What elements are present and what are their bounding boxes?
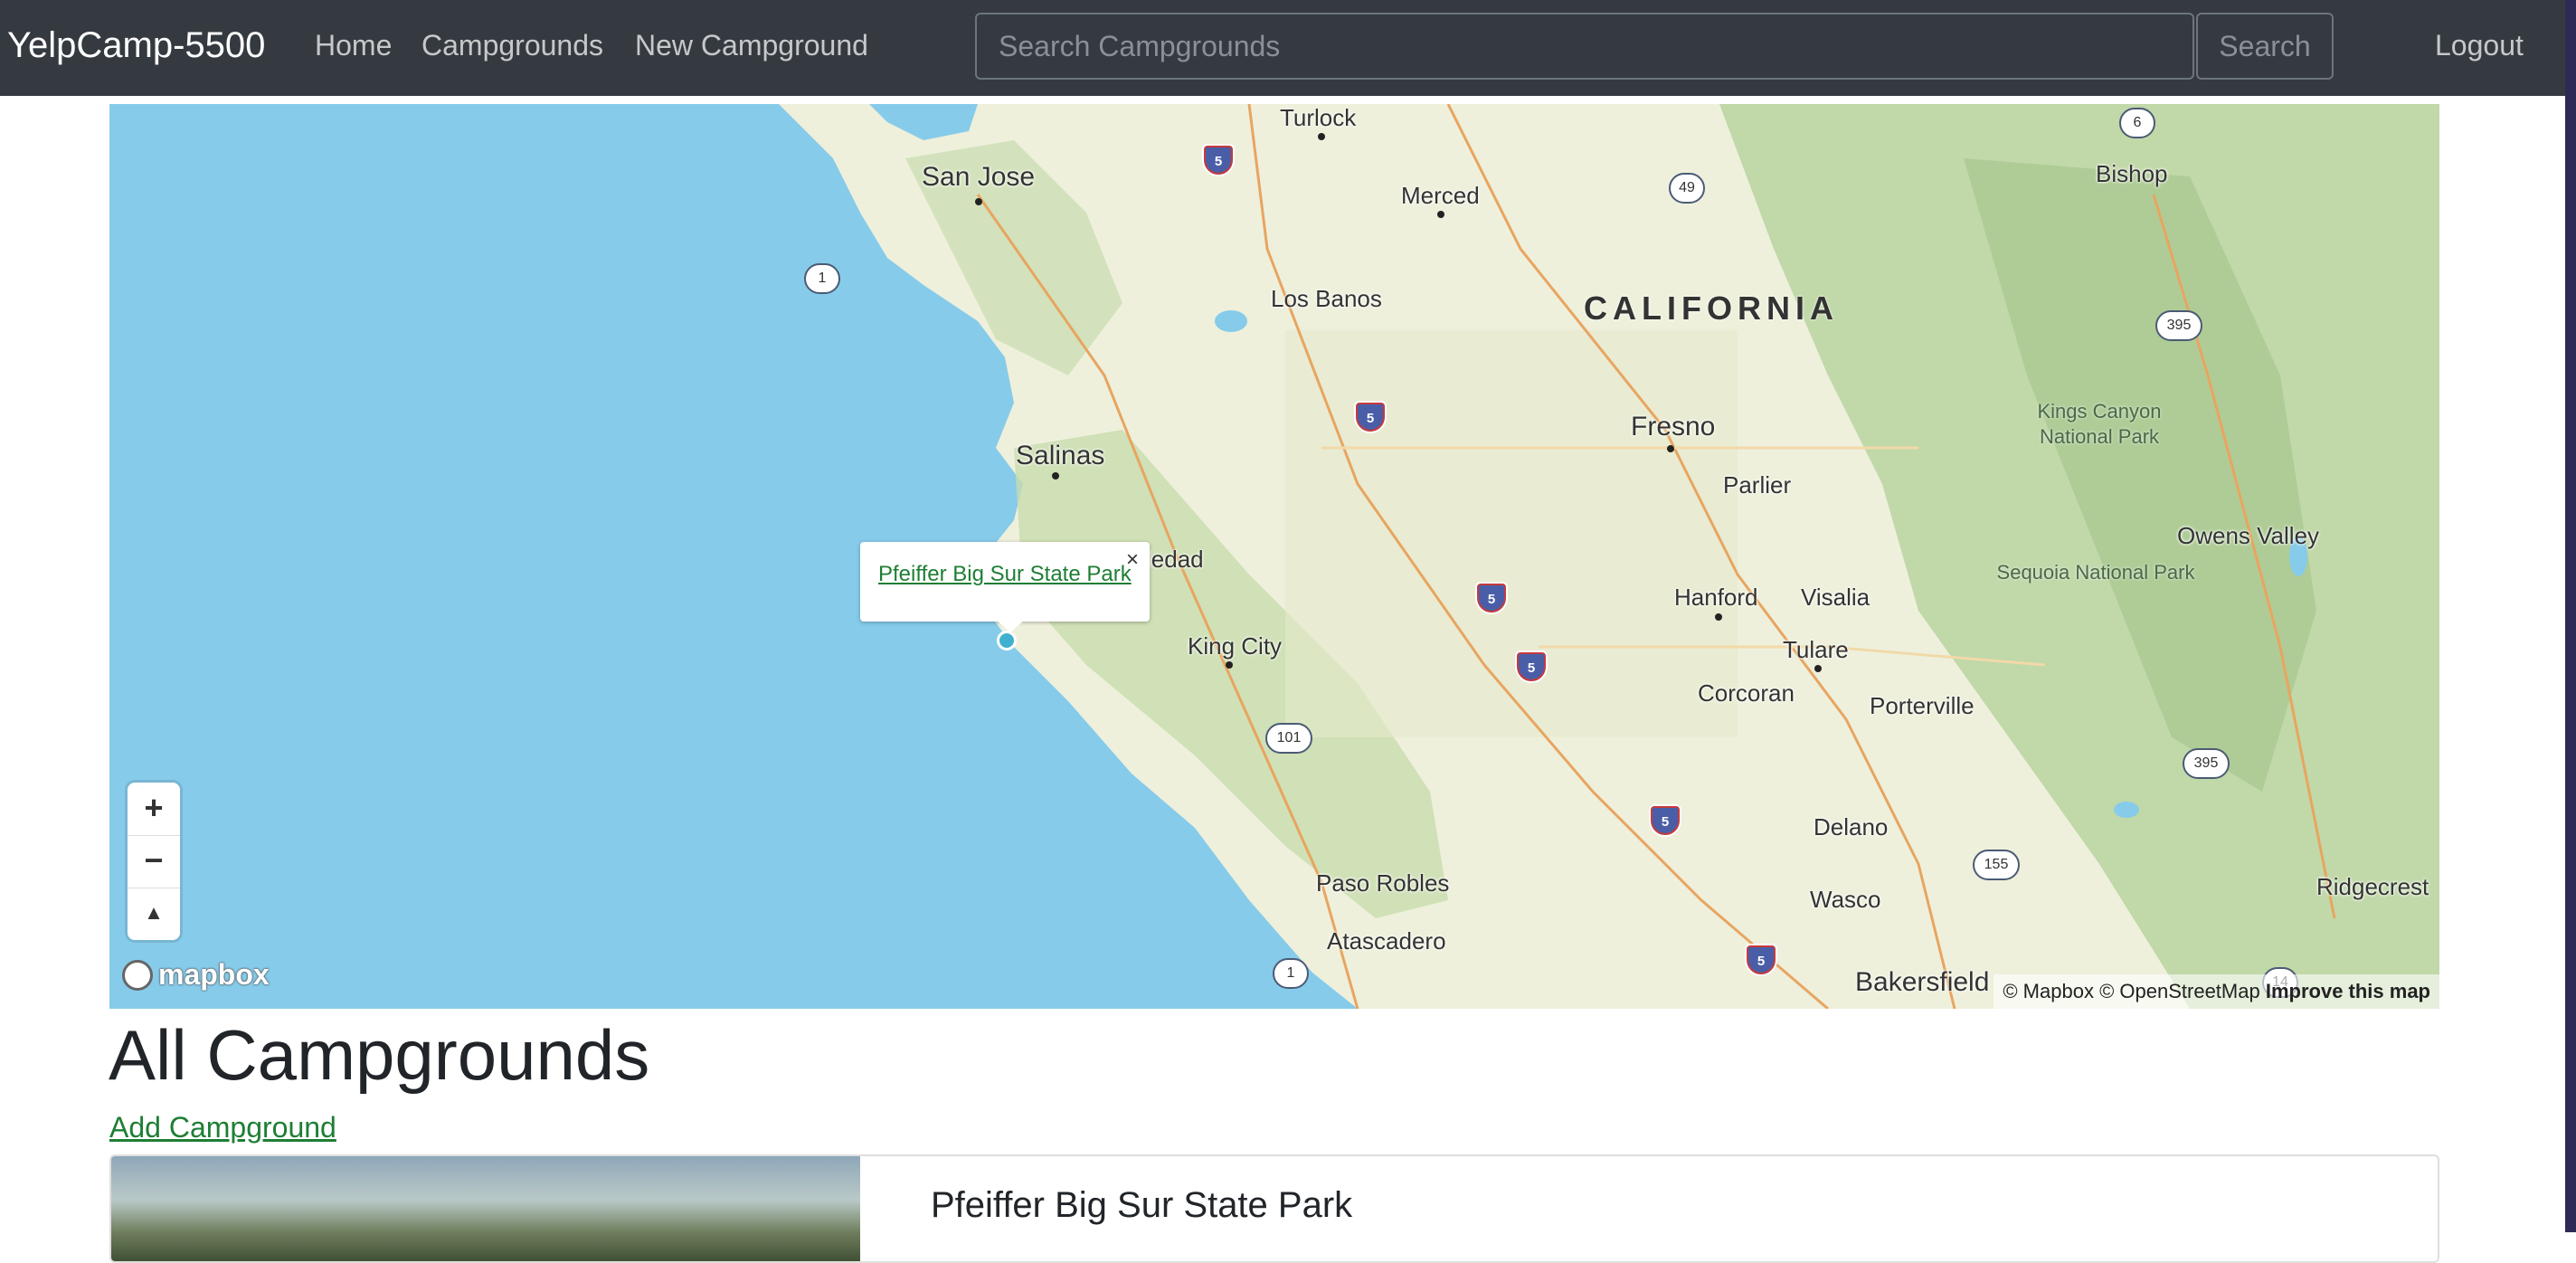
route-1-shield: 1 — [1273, 958, 1309, 989]
city-hanford: Hanford — [1674, 584, 1758, 611]
campground-marker[interactable] — [997, 631, 1017, 650]
interstate-5-shield: 5 — [1354, 401, 1387, 433]
campground-card-title: Pfeiffer Big Sur State Park — [931, 1185, 1353, 1225]
city-san-jose: San Jose — [922, 162, 1036, 192]
city-atascadero: Atascadero — [1327, 927, 1446, 954]
interstate-5-shield: 5 — [1745, 944, 1777, 976]
route-155-shield: 155 — [1973, 850, 2020, 880]
search-input[interactable] — [975, 13, 2194, 80]
city-delano: Delano — [1814, 813, 1889, 840]
city-dot — [1715, 613, 1722, 621]
map-nav-controls: + − ▲ — [128, 783, 180, 940]
nav-home[interactable]: Home — [315, 22, 392, 69]
campground-image — [111, 1156, 860, 1261]
route-101-shield: 101 — [1265, 723, 1312, 754]
city-dot — [1318, 133, 1325, 140]
city-ridgecrest: Ridgecrest — [2316, 873, 2429, 900]
city-corcoran: Corcoran — [1698, 679, 1795, 707]
zoom-out-button[interactable]: − — [128, 835, 180, 888]
city-parlier: Parlier — [1723, 471, 1792, 499]
city-porterville: Porterville — [1870, 692, 1975, 719]
city-merced: Merced — [1401, 182, 1480, 209]
city-dot — [1052, 472, 1059, 480]
improve-map-link[interactable]: Improve this map — [2266, 980, 2430, 1002]
park-sequoia: Sequoia National Park — [1996, 561, 2195, 584]
park-kings-canyon: Kings Canyon National Park — [2037, 400, 2162, 448]
mapbox-logo-text: mapbox — [158, 958, 270, 991]
mapbox-logo[interactable]: mapbox — [122, 958, 270, 992]
city-wasco: Wasco — [1810, 886, 1881, 913]
nav-new-campground[interactable]: New Campground — [635, 22, 868, 69]
city-dot — [1437, 211, 1444, 218]
map-terrain — [779, 104, 2439, 1009]
city-dot — [1814, 665, 1822, 672]
city-paso-robles: Paso Robles — [1316, 869, 1450, 897]
route-6-shield: 6 — [2119, 108, 2155, 138]
scrollbar-strip — [2565, 0, 2576, 1232]
city-owens-valley: Owens Valley — [2177, 522, 2320, 549]
popup-campground-link[interactable]: Pfeiffer Big Sur State Park — [878, 562, 1132, 587]
zoom-in-button[interactable]: + — [128, 783, 180, 835]
nav-campgrounds[interactable]: Campgrounds — [421, 22, 603, 69]
route-395-shield: 395 — [2155, 310, 2202, 341]
city-tulare: Tulare — [1783, 636, 1849, 663]
city-los-banos: Los Banos — [1271, 285, 1382, 312]
interstate-5-shield: 5 — [1515, 650, 1548, 683]
attribution-osm[interactable]: © OpenStreetMap — [2099, 980, 2260, 1002]
city-dot — [1667, 445, 1674, 452]
city-bishop: Bishop — [2096, 160, 2168, 187]
campground-map[interactable]: CALIFORNIA Turlock San Jose Merced Los B… — [109, 104, 2439, 1009]
map-attribution: © Mapbox © OpenStreetMap Improve this ma… — [1994, 974, 2439, 1009]
logout-link[interactable]: Logout — [2435, 22, 2524, 69]
city-turlock: Turlock — [1280, 104, 1357, 131]
campground-popup: Pfeiffer Big Sur State Park × — [860, 542, 1150, 632]
city-dot — [975, 198, 982, 205]
city-dot — [1226, 661, 1233, 669]
interstate-5-shield: 5 — [1475, 582, 1508, 614]
city-bakersfield: Bakersfield — [1855, 967, 1990, 997]
attribution-mapbox[interactable]: © Mapbox — [2003, 980, 2094, 1002]
popup-close-button[interactable]: × — [1126, 547, 1139, 573]
interstate-5-shield: 5 — [1649, 804, 1681, 837]
city-salinas: Salinas — [1016, 441, 1105, 470]
compass-icon[interactable]: ▲ — [128, 888, 180, 940]
state-label: CALIFORNIA — [1584, 290, 1839, 327]
campground-card: Pfeiffer Big Sur State Park — [109, 1154, 2439, 1263]
city-soledad: ledad — [1146, 546, 1204, 573]
route-395-shield: 395 — [2183, 748, 2230, 779]
interstate-5-shield: 5 — [1202, 144, 1235, 176]
route-1-shield: 1 — [804, 263, 840, 294]
route-49-shield: 49 — [1669, 173, 1705, 204]
city-visalia: Visalia — [1801, 584, 1870, 611]
page-title: All Campgrounds — [109, 1015, 650, 1095]
search-button[interactable]: Search — [2196, 13, 2334, 80]
city-king-city: King City — [1188, 632, 1283, 660]
add-campground-link[interactable]: Add Campground — [109, 1111, 336, 1144]
mapbox-logo-icon — [122, 959, 153, 991]
navbar: YelpCamp-5500 Home Campgrounds New Campg… — [0, 0, 2576, 96]
city-fresno: Fresno — [1631, 412, 1716, 442]
brand-logo[interactable]: YelpCamp-5500 — [7, 22, 265, 69]
